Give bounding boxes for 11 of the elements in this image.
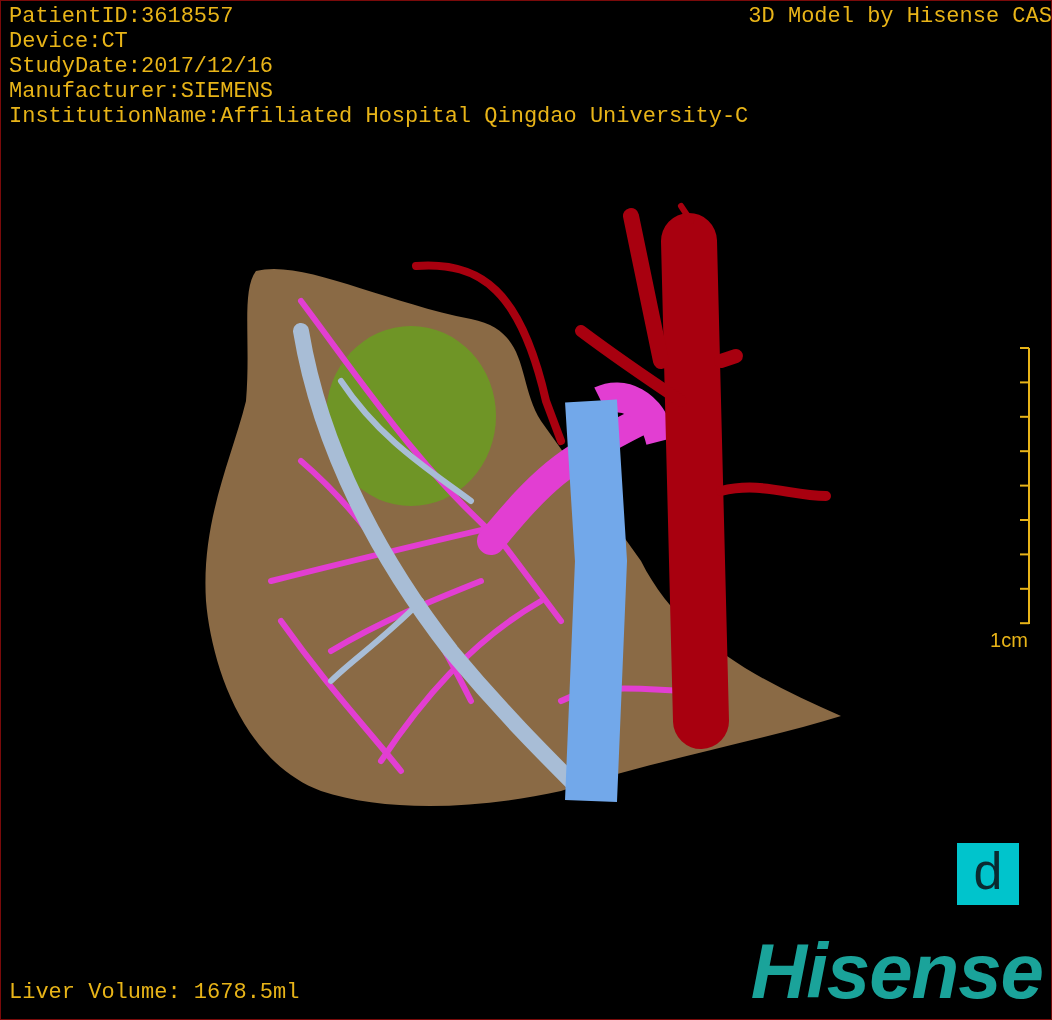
liver-volume-text: Liver Volume: 1678.5ml xyxy=(9,980,300,1007)
brand-logo: Hisense xyxy=(750,931,1043,1011)
model-caption: 3D Model by Hisense CAS xyxy=(748,4,1052,31)
info-line: Manufacturer:SIEMENS xyxy=(9,79,275,104)
info-line: StudyDate:2017/12/16 xyxy=(9,54,275,79)
info-line: PatientID:3618557 xyxy=(9,4,235,29)
info-line: InstitutionName:Affiliated Hospital Qingdao University-C xyxy=(9,104,749,129)
scale-label: 1cm xyxy=(990,628,1028,653)
info-line: Device:CT xyxy=(9,29,129,54)
logo-badge: d xyxy=(957,843,1019,905)
scale-bar-icon xyxy=(1017,347,1031,625)
